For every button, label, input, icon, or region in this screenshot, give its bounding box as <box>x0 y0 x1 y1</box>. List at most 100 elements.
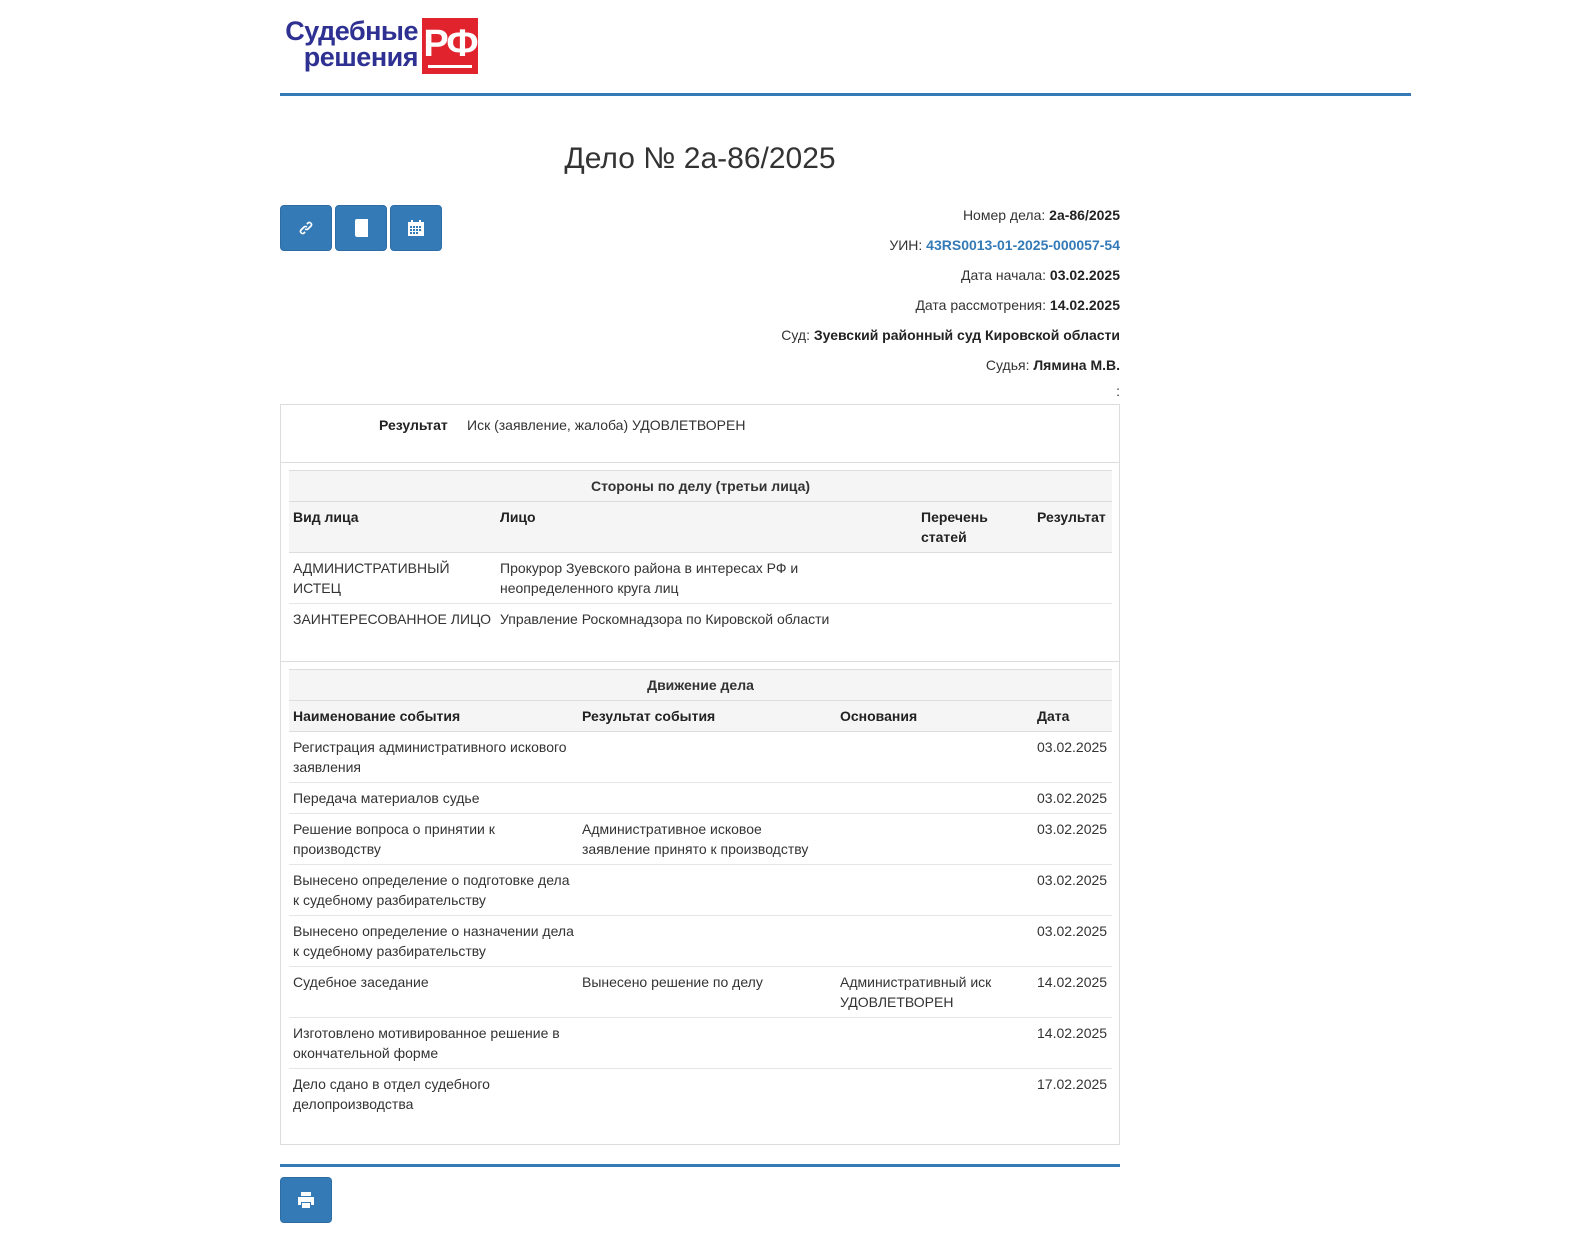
book-icon <box>355 219 368 238</box>
case-panel: Результат Иск (заявление, жалоба) УДОВЛЕ… <box>280 404 1120 1145</box>
site-logo[interactable]: Судебные решения РФ <box>280 18 480 74</box>
column-header: Наименование события <box>289 700 578 732</box>
table-cell <box>836 731 1033 783</box>
table-cell: Вынесено решение по делу <box>578 966 836 1018</box>
column-header: Основания <box>836 700 1033 732</box>
logo-line-1: Судебные <box>285 16 418 46</box>
judge-value: Лямина М.В. <box>1033 357 1120 373</box>
table-cell: Прокурор Зуевского района в интересах РФ… <box>496 552 917 604</box>
site-header: Судебные решения РФ <box>280 0 1411 96</box>
table-cell: АДМИНИСТРАТИВНЫЙ ИСТЕЦ <box>289 552 496 604</box>
logo-line-2: решения <box>303 42 419 72</box>
logo-text: Судебные решения <box>280 16 419 72</box>
start-date-value: 03.02.2025 <box>1049 267 1120 283</box>
table-cell: Дело сдано в отдел судебного делопроизво… <box>293 1076 490 1112</box>
table-cell <box>1033 604 1112 635</box>
column-header: Лицо <box>496 501 917 553</box>
start-date-row: Дата начала: 03.02.2025 <box>781 265 1120 295</box>
section-divider <box>281 661 1119 662</box>
judge-label: Судья: <box>985 357 1030 373</box>
table-cell: Решение вопроса о принятии к производств… <box>289 813 578 865</box>
table-cell <box>917 552 1033 604</box>
table-row: Решение вопроса о принятии к производств… <box>289 813 1112 865</box>
table-cell: Передача материалов судье <box>289 782 578 814</box>
review-date-label: Дата рассмотрения: <box>915 297 1047 313</box>
table-cell: 03.02.2025 <box>1033 915 1112 967</box>
table-row: Судебное заседание Вынесено решение по де… <box>289 966 1112 1018</box>
movement-caption-row: Движение дела <box>289 669 1112 701</box>
table-cell: 03.02.2025 <box>1033 864 1112 916</box>
table-cell: Административный иск УДОВЛЕТВОРЕН <box>836 966 1033 1018</box>
table-cell <box>836 864 1033 916</box>
parties-caption-row: Стороны по делу (третьи лица) <box>289 470 1112 502</box>
court-value: Зуевский районный суд Кировской области <box>813 327 1120 343</box>
table-cell: Вынесено определение о подготовке дела к… <box>289 864 578 916</box>
table-cell <box>578 864 836 916</box>
logo-badge-text: РФ <box>423 23 478 65</box>
table-cell <box>1033 552 1112 604</box>
table-cell <box>578 1017 836 1069</box>
logo-badge-bar <box>428 65 472 68</box>
uin-link[interactable]: 43RS0013-01-2025-000057-54 <box>926 237 1120 253</box>
table-cell <box>578 915 836 967</box>
column-header: Вид лица <box>289 501 496 553</box>
column-header: Перечень статей <box>917 501 1033 553</box>
page-title: Дело № 2а-86/2025 <box>564 142 836 175</box>
movement-header-row: Наименование события Результат события О… <box>289 700 1112 732</box>
court-row: Суд: Зуевский районный суд Кировской обл… <box>781 325 1120 355</box>
table-cell: 14.02.2025 <box>1033 1017 1112 1069</box>
table-cell: 03.02.2025 <box>1033 731 1112 783</box>
table-row: Регистрация административного искового з… <box>289 731 1112 783</box>
table-cell: Регистрация административного искового з… <box>289 731 578 783</box>
print-icon <box>298 1192 314 1208</box>
info-extra: : <box>1116 383 1120 399</box>
column-header: Дата <box>1033 700 1112 732</box>
movement-caption: Движение дела <box>289 669 1112 701</box>
book-button[interactable] <box>335 205 387 251</box>
print-button[interactable] <box>280 1177 332 1223</box>
table-row: АДМИНИСТРАТИВНЫЙ ИСТЕЦ Прокурор Зуевского… <box>289 552 1112 604</box>
calendar-button[interactable] <box>390 205 442 251</box>
table-cell: Вынесено определение о назначении дела к… <box>289 915 578 967</box>
table-cell: Изготовлено мотивированное решение в око… <box>289 1017 578 1069</box>
footer-divider <box>280 1164 1120 1167</box>
table-cell <box>836 1069 1033 1120</box>
parties-header-row: Вид лица Лицо Перечень статей Результат <box>289 501 1112 553</box>
table-cell: 03.02.2025 <box>1033 782 1112 814</box>
case-number-label: Номер дела: <box>962 207 1046 223</box>
table-row: ЗАИНТЕРЕСОВАННОЕ ЛИЦО Управление Роскомна… <box>289 604 1112 635</box>
table-cell: Управление Роскомнадзора по Кировской об… <box>500 611 830 627</box>
table-cell <box>836 813 1033 865</box>
table-cell <box>917 604 1033 635</box>
parties-table: Стороны по делу (третьи лица) Вид лица Л… <box>289 470 1112 634</box>
logo-badge: РФ <box>422 18 479 74</box>
table-cell <box>836 1017 1033 1069</box>
link-button[interactable] <box>280 205 332 251</box>
table-cell: ЗАИНТЕРЕСОВАННОЕ ЛИЦО <box>293 611 491 627</box>
table-cell <box>836 782 1033 814</box>
table-cell <box>578 1069 836 1120</box>
case-number-row: Номер дела: 2а-86/2025 <box>781 205 1120 235</box>
review-date-row: Дата рассмотрения: 14.02.2025 <box>781 295 1120 325</box>
review-date-value: 14.02.2025 <box>1049 297 1120 313</box>
table-row: Вынесено определение о подготовке дела к… <box>289 864 1112 916</box>
link-icon <box>299 221 313 235</box>
table-row: Дело сдано в отдел судебного делопроизво… <box>289 1069 1112 1120</box>
table-cell: Административное исковое заявление приня… <box>578 813 836 865</box>
court-label: Суд: <box>781 327 810 343</box>
parties-caption: Стороны по делу (третьи лица) <box>289 470 1112 502</box>
table-cell: 14.02.2025 <box>1033 966 1112 1018</box>
table-row: Передача материалов судье 03.02.2025 <box>289 782 1112 814</box>
table-row: Изготовлено мотивированное решение в око… <box>289 1017 1112 1069</box>
case-info: Номер дела: 2а-86/2025 УИН: 43RS0013-01-… <box>781 205 1120 399</box>
table-cell: Судебное заседание <box>289 966 578 1018</box>
result-label: Результат <box>379 417 448 433</box>
start-date-label: Дата начала: <box>961 267 1047 283</box>
table-row: Вынесено определение о назначении дела к… <box>289 915 1112 967</box>
uin-label: УИН: <box>889 237 923 253</box>
result-value: Иск (заявление, жалоба) УДОВЛЕТВОРЕН <box>467 417 746 433</box>
table-cell: 17.02.2025 <box>1037 1076 1108 1092</box>
judge-row: Судья: Лямина М.В. <box>781 355 1120 385</box>
table-cell <box>578 731 836 783</box>
table-cell <box>836 915 1033 967</box>
